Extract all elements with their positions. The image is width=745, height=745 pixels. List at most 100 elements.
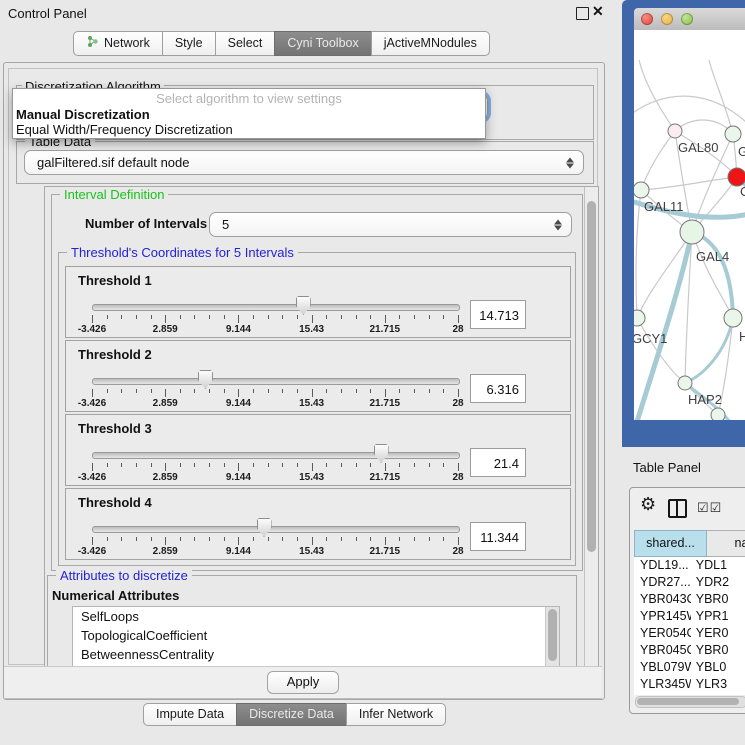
slider-ticks xyxy=(92,537,458,546)
threshold-label: Threshold 3 xyxy=(78,421,152,436)
network-edge[interactable] xyxy=(641,131,675,190)
table-row[interactable]: YER054CYER0 xyxy=(634,625,745,642)
attributes-to-discretize-label: Attributes to discretize xyxy=(56,568,192,583)
tab-cyni-toolbox[interactable]: Cyni Toolbox xyxy=(274,31,371,56)
network-node-gal11[interactable] xyxy=(634,182,649,198)
threshold-value-field[interactable]: 14.713 xyxy=(470,300,526,329)
close-traffic-light-icon[interactable] xyxy=(641,13,653,25)
network-node-gal80[interactable] xyxy=(668,124,682,138)
attribute-item-betweennesscentrality[interactable]: BetweennessCentrality xyxy=(73,645,559,664)
zoom-traffic-light-icon[interactable] xyxy=(681,13,693,25)
tab-select[interactable]: Select xyxy=(215,31,276,56)
network-edge[interactable] xyxy=(641,177,737,190)
table-row[interactable]: YBL079WYBL0 xyxy=(634,659,745,676)
network-node-gal4[interactable] xyxy=(680,220,704,244)
cell-name: YER0 xyxy=(691,625,745,642)
settings-vertical-scrollbar[interactable] xyxy=(584,187,598,666)
table-horizontal-scrollbar[interactable] xyxy=(635,696,745,708)
cell-name: YDL1 xyxy=(691,557,745,574)
attribute-item-topologicalcoefficient[interactable]: TopologicalCoefficient xyxy=(73,626,559,645)
threshold-slider-handle[interactable] xyxy=(257,518,272,537)
tab-infer-network[interactable]: Infer Network xyxy=(346,703,446,726)
interval-definition-group: Interval Definition Number of Intervals … xyxy=(51,194,583,571)
table-row[interactable]: YBR045CYBR0 xyxy=(634,642,745,659)
table-row[interactable]: YBR043CYBR0 xyxy=(634,591,745,608)
column-header-na[interactable]: na xyxy=(707,530,745,557)
tab-label: Style xyxy=(175,36,203,50)
network-node-hap2[interactable] xyxy=(678,376,692,390)
network-edge[interactable] xyxy=(675,120,733,134)
minimize-traffic-light-icon[interactable] xyxy=(661,13,673,25)
tab-discretize-data[interactable]: Discretize Data xyxy=(236,703,347,726)
table-row[interactable]: YDR27...YDR2 xyxy=(634,574,745,591)
network-node-h[interactable] xyxy=(724,309,742,327)
table-row[interactable]: YIL052CYIL0 xyxy=(634,693,745,695)
cell-name: YBL0 xyxy=(691,659,745,676)
tab-jactivemnodules[interactable]: jActiveMNodules xyxy=(371,31,490,56)
network-edge[interactable] xyxy=(709,60,733,134)
network-node-g[interactable] xyxy=(725,126,741,142)
cell-name: YPR1 xyxy=(691,608,745,625)
slider-ticks xyxy=(92,315,458,324)
tab-label: Network xyxy=(104,36,150,50)
bottom-tab-bar: Impute Data Discretize DataInfer Network xyxy=(143,703,446,726)
top-tab-bar: Network Style Select Cyni Toolbox jActiveMNo… xyxy=(73,31,490,56)
table-panel-title: Table Panel xyxy=(633,460,701,475)
settings-scroll-viewport: Interval Definition Number of Intervals … xyxy=(44,186,599,667)
threshold-slider-track[interactable] xyxy=(92,304,460,311)
threshold-panel-3: Threshold 3-3.4262.8599.14415.4321.71528… xyxy=(65,414,571,486)
attribute-item-selfloops[interactable]: SelfLoops xyxy=(73,607,559,626)
threshold-label: Threshold 2 xyxy=(78,347,152,362)
tab-label: Cyni Toolbox xyxy=(287,36,358,50)
tab-label: Impute Data xyxy=(156,707,224,721)
table-data-combobox[interactable]: galFiltered.sif default node xyxy=(24,150,584,175)
close-icon[interactable]: ✕ xyxy=(592,3,604,20)
combo-stepper-icon xyxy=(554,219,562,230)
network-edge[interactable] xyxy=(634,96,745,125)
select-columns-checkbox-icons[interactable]: ☑☑ xyxy=(697,500,722,516)
threshold-slider-handle[interactable] xyxy=(374,444,389,463)
attributes-list-scrollbar[interactable] xyxy=(545,607,559,667)
split-columns-icon[interactable] xyxy=(668,499,687,518)
tab-impute-data[interactable]: Impute Data xyxy=(143,703,237,726)
table-header-row: shared...na xyxy=(634,530,745,557)
network-edge[interactable] xyxy=(636,190,641,318)
threshold-panel-2: Threshold 2-3.4262.8599.14415.4321.71528… xyxy=(65,340,571,412)
network-window-titlebar[interactable] xyxy=(634,8,745,31)
network-node-label: GAL4 xyxy=(696,249,729,264)
threshold-value-field[interactable]: 6.316 xyxy=(470,374,526,403)
network-edge-thick[interactable] xyxy=(636,232,692,420)
cell-name: YIL0 xyxy=(691,693,745,695)
table-row[interactable]: YLR345WYLR3 xyxy=(634,676,745,693)
network-edge[interactable] xyxy=(639,60,675,131)
tab-network[interactable]: Network xyxy=(73,31,163,56)
algorithm-option-manual-discretization[interactable]: Manual Discretization xyxy=(13,107,485,122)
table-row[interactable]: YDL19...YDL1 xyxy=(634,557,745,574)
float-window-icon[interactable] xyxy=(576,7,589,20)
network-node-gcy1[interactable] xyxy=(634,310,645,326)
threshold-slider-track[interactable] xyxy=(92,378,460,385)
threshold-value-field[interactable]: 21.4 xyxy=(470,448,526,477)
cell-shared-name: YBR045C xyxy=(634,642,691,659)
numerical-attributes-list[interactable]: SelfLoopsTopologicalCoefficientBetweenne… xyxy=(72,606,560,667)
apply-button[interactable]: Apply xyxy=(267,671,339,694)
network-node-label: GAL11 xyxy=(644,199,684,214)
tab-label: Select xyxy=(228,36,263,50)
network-node-partial[interactable] xyxy=(711,408,725,420)
threshold-value-field[interactable]: 11.344 xyxy=(470,522,526,551)
slider-ticks xyxy=(92,463,458,472)
algorithm-hint: Select algorithm to view settings xyxy=(13,89,485,107)
algorithm-option-equal-width-frequency-discretization[interactable]: Equal Width/Frequency Discretization xyxy=(13,122,485,137)
threshold-coordinates-label: Threshold's Coordinates for 5 Intervals xyxy=(67,245,298,260)
network-canvas[interactable]: GAL80GCGAL11GAL4GCY1HHAP2 xyxy=(634,30,745,420)
algorithm-dropdown-popup: Select algorithm to view settings Manual… xyxy=(12,88,486,139)
threshold-slider-track[interactable] xyxy=(92,452,460,459)
threshold-slider-handle[interactable] xyxy=(296,296,311,315)
threshold-slider-handle[interactable] xyxy=(198,370,213,389)
threshold-slider-track[interactable] xyxy=(92,526,460,533)
table-row[interactable]: YPR145WYPR1 xyxy=(634,608,745,625)
gear-icon[interactable]: ⚙ xyxy=(640,494,656,515)
column-header-shared[interactable]: shared... xyxy=(634,530,707,557)
number-of-intervals-combobox[interactable]: 5 xyxy=(209,212,572,237)
tab-style[interactable]: Style xyxy=(162,31,216,56)
